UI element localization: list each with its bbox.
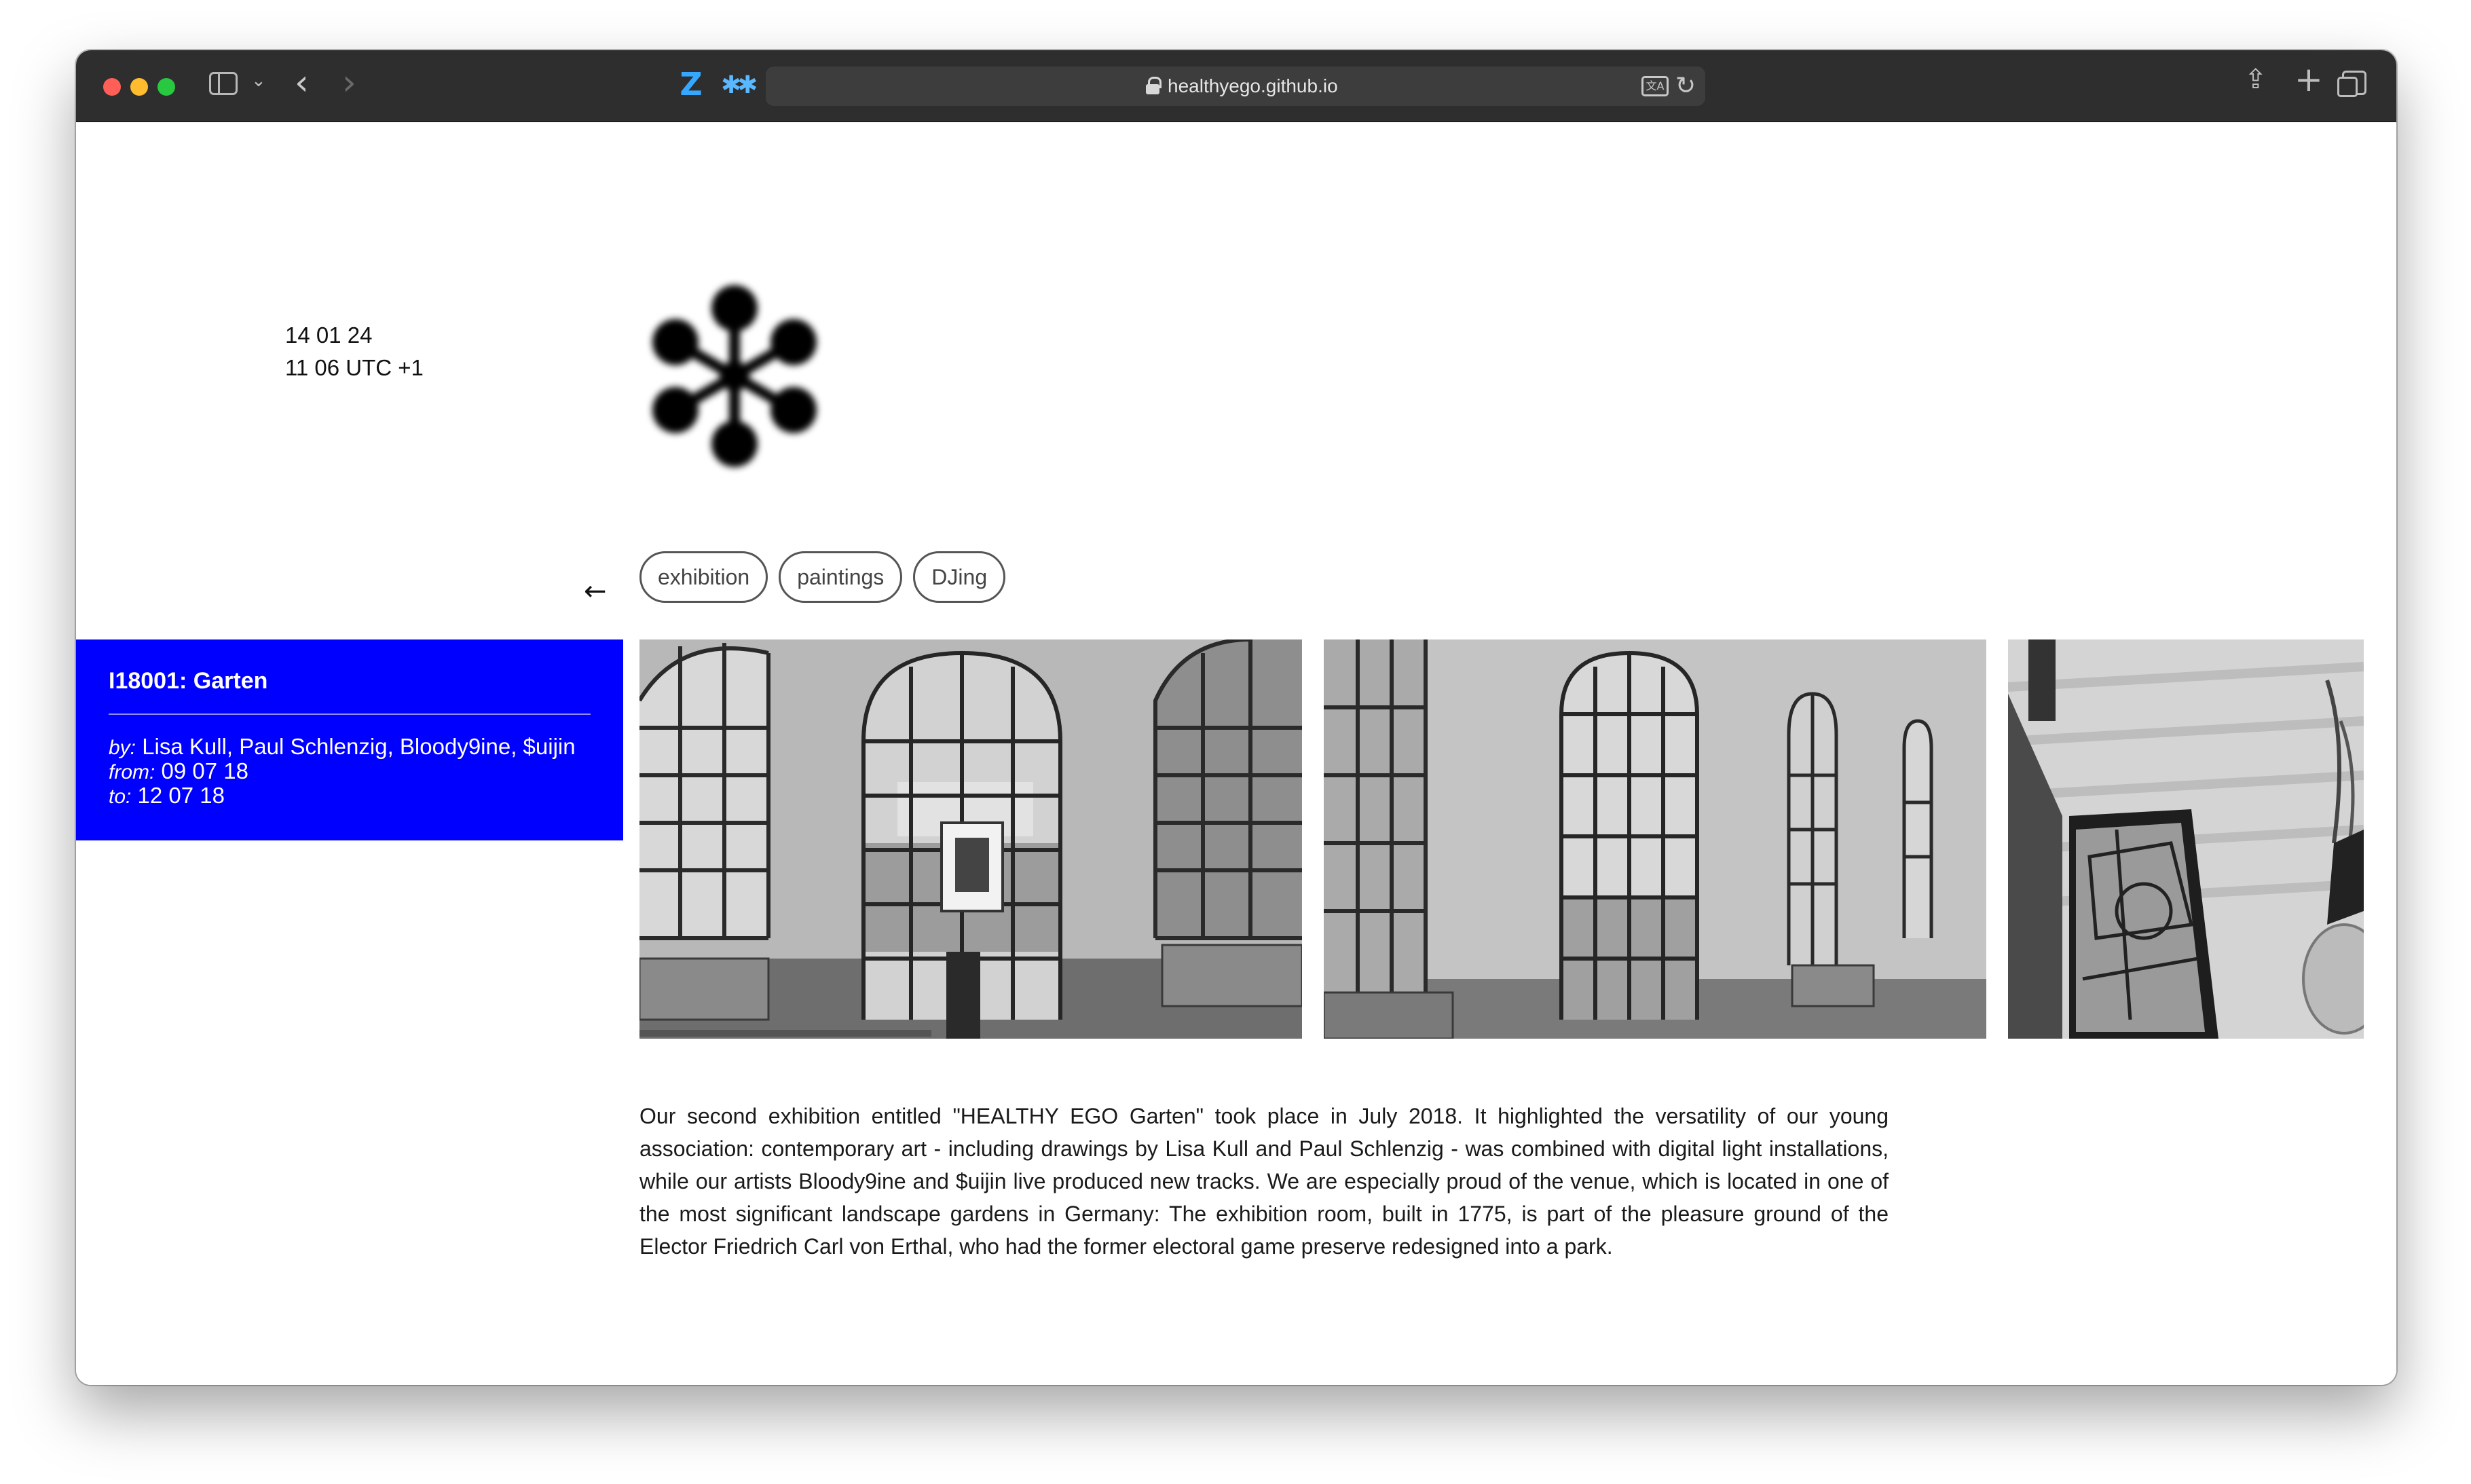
project-meta: by: Lisa Kull, Paul Schlenzig, Bloody9in… [109,735,591,809]
close-window-button[interactable] [103,78,121,96]
project-title: I18001: Garten [109,668,268,694]
project-info-panel: I18001: Garten by: Lisa Kull, Paul Schle… [76,639,623,840]
share-icon[interactable]: ⇪ [2244,64,2267,95]
minimize-window-button[interactable] [130,78,148,96]
tag-paintings[interactable]: paintings [779,551,903,603]
sidebar-toggle-icon[interactable] [209,72,238,95]
date-time: 14 01 24 11 06 UTC +1 [285,319,424,384]
to-value: 12 07 18 [137,783,225,808]
current-time: 11 06 UTC +1 [285,355,424,380]
artists-value: Lisa Kull, Paul Schlenzig, Bloody9ine, $… [142,734,576,759]
by-label: by: [109,737,136,759]
artists-row: by: Lisa Kull, Paul Schlenzig, Bloody9in… [109,735,591,760]
forward-button[interactable]: › [342,62,356,103]
tag-exhibition[interactable]: exhibition [639,551,768,603]
address-bar[interactable]: healthyego.github.io 文A ↻ [766,67,1705,106]
tag-djing[interactable]: DJing [913,551,1006,603]
reload-icon[interactable]: ↻ [1675,72,1696,100]
tab-overview-icon[interactable] [2337,71,2366,97]
to-row: to: 12 07 18 [109,784,591,809]
url-text[interactable]: healthyego.github.io [1168,75,1338,97]
browser-window: ⌄ ‹ › Z ✱✱ healthyego.github.io 文A ↻ ⇪ +… [76,50,2396,1385]
gallery-photo-1[interactable] [639,639,1302,1039]
project-name: Garten [193,668,268,694]
fullscreen-window-button[interactable] [157,78,175,96]
chevron-down-icon[interactable]: ⌄ [251,71,266,91]
project-id: I18001 [109,668,179,694]
new-tab-icon[interactable]: + [2294,60,2323,99]
photo-gallery[interactable] [639,639,2364,1039]
browser-toolbar: ⌄ ‹ › Z ✱✱ healthyego.github.io 文A ↻ ⇪ + [76,50,2396,122]
lock-icon [1146,77,1162,94]
extension-z-icon[interactable]: Z [673,67,709,102]
back-button[interactable]: ‹ [295,62,309,103]
gallery-photo-3[interactable] [2008,639,2364,1039]
page-content: 14 01 24 11 06 UTC +1 ← exhibition paint… [76,122,2396,1385]
from-label: from: [109,761,155,783]
from-row: from: 09 07 18 [109,760,591,784]
to-label: to: [109,785,132,808]
back-arrow-icon[interactable]: ← [584,576,607,607]
project-description: Our second exhibition entitled "HEALTHY … [639,1104,1889,1259]
translate-icon[interactable]: 文A [1641,76,1669,96]
divider [109,713,591,715]
extension-star-icon[interactable]: ✱✱ [721,68,758,103]
gallery-photo-2[interactable] [1324,639,1986,1039]
tag-list: exhibition paintings DJing [639,551,1006,603]
from-value: 09 07 18 [161,758,248,783]
flower-logo-icon[interactable] [633,274,836,478]
current-date: 14 01 24 [285,322,373,348]
